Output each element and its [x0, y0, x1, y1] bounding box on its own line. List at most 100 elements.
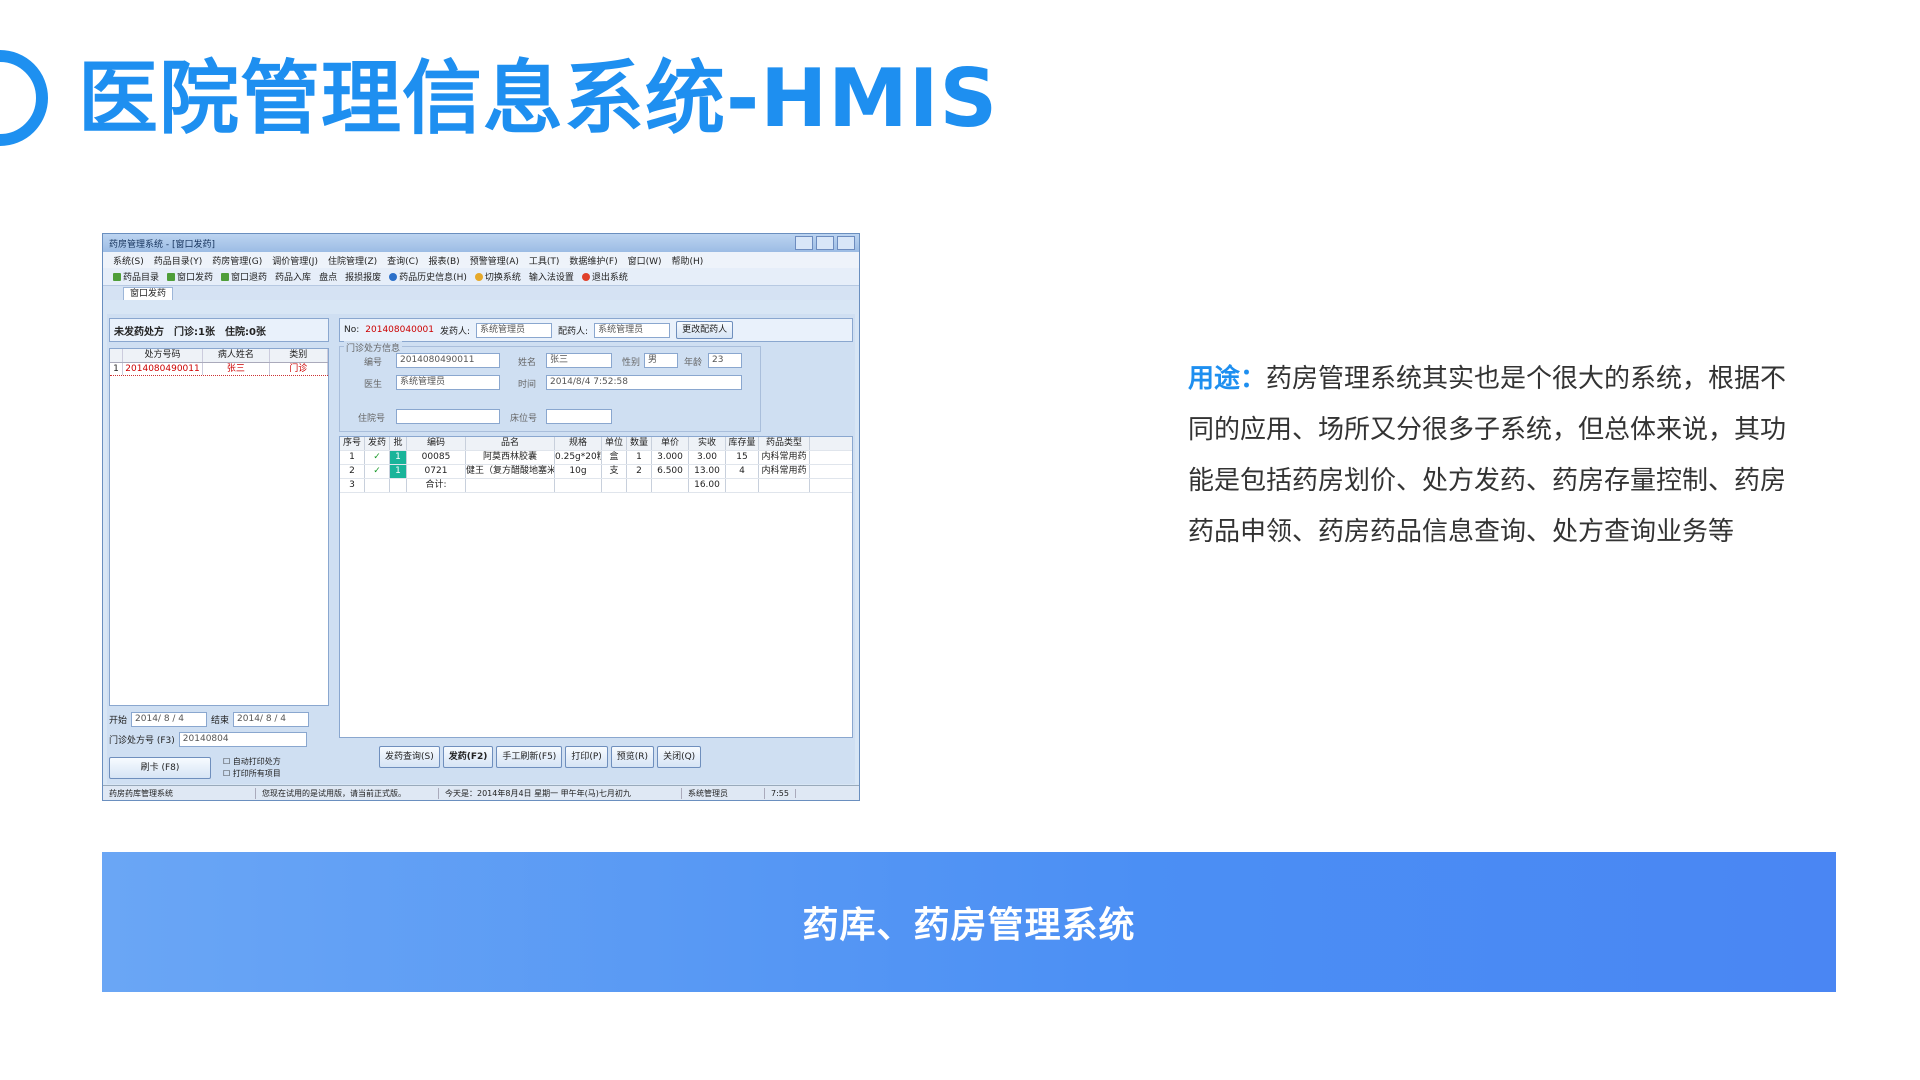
print-all-checkbox[interactable]: ☐ 打印所有项目 — [223, 768, 281, 779]
menu-item[interactable]: 帮助(H) — [672, 254, 704, 267]
menu-item[interactable]: 调价管理(J) — [272, 254, 318, 267]
history-icon — [389, 272, 398, 281]
rx-top-bar: No: 201408040001 发药人: 系统管理员 配药人: 系统管理员 更… — [339, 318, 853, 342]
rx-info-group: 门诊处方信息 编号 2014080490011 姓名 张三 性别 男 年龄 23… — [339, 341, 761, 432]
end-date-picker[interactable]: 2014/ 8 / 4 — [233, 712, 310, 727]
toolbar-button[interactable]: 窗口发药 — [167, 270, 213, 283]
menu-item[interactable]: 查询(C) — [387, 254, 418, 267]
menu-item[interactable]: 报表(B) — [428, 254, 459, 267]
toolbar-button[interactable]: 药品入库 — [275, 270, 311, 283]
pending-header: 未发药处方 门诊:1张 住院:0张 — [109, 318, 329, 342]
app-title: 药房管理系统 - [窗口发药] — [109, 239, 215, 250]
pending-title: 未发药处方 — [114, 326, 164, 338]
table-row[interactable]: 2 ✓ 1 0721 健王（复方醋酸地塞米松乳膏） 10g 支 2 6.500 … — [340, 465, 852, 479]
app-titlebar: 药房管理系统 - [窗口发药] — [103, 234, 859, 252]
hospital-number-field[interactable] — [396, 409, 500, 424]
outpatient-count: 门诊:1张 — [174, 326, 215, 338]
menu-item[interactable]: 窗口(W) — [628, 254, 662, 267]
rx-number-label: 门诊处方号 (F3) — [109, 736, 175, 746]
banner-text: 药库、药房管理系统 — [802, 905, 1136, 946]
toolbar-button[interactable]: 切换系统 — [474, 270, 521, 283]
menu-item[interactable]: 系统(S) — [113, 254, 144, 267]
group-label: 门诊处方信息 — [344, 341, 403, 354]
tab-window-dispense[interactable]: 窗口发药 — [123, 287, 174, 300]
check-icon[interactable]: ✓ — [365, 465, 390, 478]
tab-row: 窗口发药 — [103, 286, 859, 300]
inpatient-count: 住院:0张 — [224, 326, 266, 338]
matcher-label: 配药人: — [558, 326, 589, 337]
tool-bar: 药品目录 窗口发药 窗口退药 药品入库 盘点 报损报废 药品历史信息(H) 切换… — [103, 268, 859, 286]
dispense-query-button[interactable]: 发药查询(S) — [379, 746, 440, 768]
toolbar-button[interactable]: 窗口退药 — [221, 270, 267, 283]
start-date-picker[interactable]: 2014/ 8 / 4 — [131, 712, 208, 727]
table-header: 处方号码 病人姓名 类别 — [110, 349, 329, 363]
status-app: 药房药库管理系统 — [103, 787, 256, 799]
change-matcher-button[interactable]: 更改配药人 — [676, 321, 734, 339]
column-header: 处方号码 — [123, 349, 204, 362]
left-panel: 未发药处方 门诊:1张 住院:0张 处方号码 病人姓名 类别 1 2014080… — [109, 318, 329, 784]
description-text: 药房管理系统其实也是个很大的系统，根据不同的应用、场所又分很多子系统，但总体来说… — [1188, 364, 1787, 547]
no-label: No: — [344, 325, 360, 335]
close-button[interactable]: 关闭(Q) — [657, 746, 702, 768]
status-bar: 药房药库管理系统 您现在试用的是试用版，请当前正式版。 今天是：2014年8月4… — [103, 785, 859, 800]
pending-table: 处方号码 病人姓名 类别 1 2014080490011 张三 门诊 — [109, 348, 329, 706]
table-row[interactable]: 1 2014080490011 张三 门诊 — [110, 363, 329, 376]
minimize-icon[interactable] — [795, 236, 813, 250]
menu-item[interactable]: 工具(T) — [529, 254, 560, 267]
rx-search: 门诊处方号 (F3) 20140804 — [109, 732, 307, 747]
column-header: 病人姓名 — [203, 349, 270, 362]
menu-item[interactable]: 预警管理(A) — [470, 254, 519, 267]
toolbar-button[interactable]: 盘点 — [319, 270, 337, 283]
drug-grid: 序号 发药 批 编码 品名 规格 单位 数量 单价 实收 库存量 药品类型 1 … — [339, 436, 853, 738]
sender-field[interactable]: 系统管理员 — [476, 322, 553, 338]
table-row[interactable]: 1 ✓ 1 00085 阿莫西林胶囊 0.25g*20粒 盒 1 3.000 3… — [340, 451, 852, 465]
close-icon[interactable] — [837, 236, 855, 250]
menu-item[interactable]: 数据维护(F) — [569, 254, 617, 267]
doctor-field[interactable]: 系统管理员 — [396, 375, 500, 390]
preview-button[interactable]: 预览(R) — [610, 746, 655, 768]
page-title: 医院管理信息系统-HMIS — [78, 52, 999, 145]
print-button[interactable]: 打印(P) — [565, 746, 608, 768]
title-ring-decoration — [0, 50, 48, 146]
auto-print-checkbox[interactable]: ☐ 自动打印处方 — [223, 756, 281, 767]
manual-refresh-button[interactable]: 手工刷新(F5) — [496, 746, 563, 768]
return-icon — [221, 272, 230, 281]
status-time: 7:55 — [765, 788, 796, 798]
app-body: 未发药处方 门诊:1张 住院:0张 处方号码 病人姓名 类别 1 2014080… — [107, 314, 855, 784]
menu-bar: 系统(S) 药品目录(Y) 药房管理(G) 调价管理(J) 住院管理(Z) 查询… — [103, 252, 859, 268]
exit-icon — [581, 272, 590, 281]
table-header: 序号 发药 批 编码 品名 规格 单位 数量 单价 实收 库存量 药品类型 — [340, 437, 852, 451]
toolbar-button[interactable]: 退出系统 — [581, 270, 628, 283]
bed-number-field[interactable] — [546, 409, 612, 424]
description-keyword: 用途： — [1188, 364, 1267, 394]
toolbar-button[interactable]: 输入法设置 — [529, 270, 574, 283]
action-buttons: 发药查询(S) 发药(F2) 手工刷新(F5) 打印(P) 预览(R) 关闭(Q… — [379, 746, 702, 768]
menu-item[interactable]: 药品目录(Y) — [154, 254, 203, 267]
check-icon[interactable]: ✓ — [365, 451, 390, 464]
sender-label: 发药人: — [440, 326, 471, 337]
swipe-card-button[interactable]: 刷卡 (F8) — [109, 756, 211, 779]
status-notice: 您现在试用的是试用版，请当前正式版。 — [256, 787, 439, 799]
sex-field[interactable]: 男 — [644, 353, 678, 368]
end-label: 结束 — [211, 716, 230, 726]
matcher-field[interactable]: 系统管理员 — [594, 322, 671, 338]
status-date: 今天是：2014年8月4日 星期一 甲午年(马)七月初九 — [439, 787, 682, 799]
catalog-icon — [113, 272, 121, 281]
status-user: 系统管理员 — [682, 787, 765, 799]
toolbar-button[interactable]: 药品目录 — [113, 270, 159, 283]
date-filter: 开始 2014/ 8 / 4 结束 2014/ 8 / 4 — [109, 712, 310, 727]
menu-item[interactable]: 药房管理(G) — [212, 254, 262, 267]
toolbar-button[interactable]: 报损报废 — [345, 270, 381, 283]
dispense-button[interactable]: 发药(F2) — [442, 746, 494, 768]
table-row[interactable]: 3 合计: 16.00 — [340, 479, 852, 493]
maximize-icon[interactable] — [816, 236, 834, 250]
menu-item[interactable]: 住院管理(Z) — [328, 254, 377, 267]
right-panel: No: 201408040001 发药人: 系统管理员 配药人: 系统管理员 更… — [339, 318, 853, 784]
time-field[interactable]: 2014/8/4 7:52:58 — [546, 375, 742, 390]
dispense-icon — [167, 272, 176, 281]
toolbar-button[interactable]: 药品历史信息(H) — [389, 270, 467, 283]
rx-number-input[interactable]: 20140804 — [178, 732, 307, 747]
patient-name-field[interactable]: 张三 — [546, 353, 612, 368]
age-field[interactable]: 23 — [708, 353, 742, 368]
rx-id-field[interactable]: 2014080490011 — [396, 353, 500, 368]
